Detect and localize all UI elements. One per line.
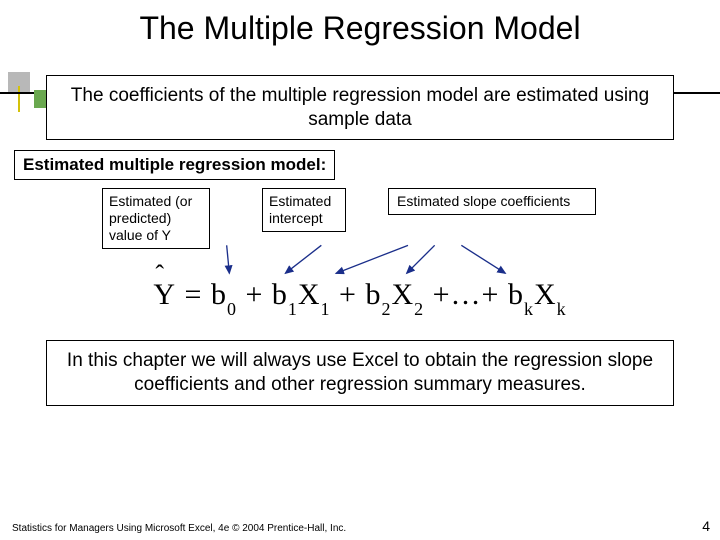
equals-sign: = [185, 278, 203, 311]
sub-0: 0 [227, 299, 237, 319]
annotation-labels: Estimated (or predicted) value of Y Esti… [28, 188, 692, 252]
term-bk: +…+ b [433, 278, 524, 311]
intro-box: The coefficients of the multiple regress… [46, 75, 674, 141]
title-area: The Multiple Regression Model [0, 0, 720, 53]
label-slopes: Estimated slope coefficients [388, 188, 596, 215]
term-x2: X [391, 278, 414, 311]
sub-1a: 1 [288, 299, 298, 319]
slide-content: The coefficients of the multiple regress… [0, 75, 720, 406]
section-heading: Estimated multiple regression model: [14, 150, 335, 180]
intro-text: The coefficients of the multiple regress… [71, 85, 649, 130]
term-x1: X [298, 278, 321, 311]
page-number: 4 [702, 518, 710, 534]
term-b2: + b [339, 278, 381, 311]
label-yhat: Estimated (or predicted) value of Y [102, 188, 210, 248]
term-b0: b [211, 278, 227, 311]
page-title: The Multiple Regression Model [0, 10, 720, 47]
label-intercept: Estimated intercept [262, 188, 346, 232]
sub-1b: 1 [321, 299, 331, 319]
note-box: In this chapter we will always use Excel… [46, 340, 674, 406]
term-xk: X [534, 278, 557, 311]
regression-equation: Y = b0 + b1X1 + b2X2 +…+ bkXk [28, 278, 692, 316]
sub-2a: 2 [381, 299, 391, 319]
sub-kb: k [557, 299, 567, 319]
term-b1: + b [245, 278, 287, 311]
sub-2b: 2 [414, 299, 424, 319]
note-text: In this chapter we will always use Excel… [67, 350, 653, 395]
sub-ka: k [524, 299, 534, 319]
y-hat: Y [153, 278, 176, 312]
footer-citation: Statistics for Managers Using Microsoft … [12, 523, 346, 534]
